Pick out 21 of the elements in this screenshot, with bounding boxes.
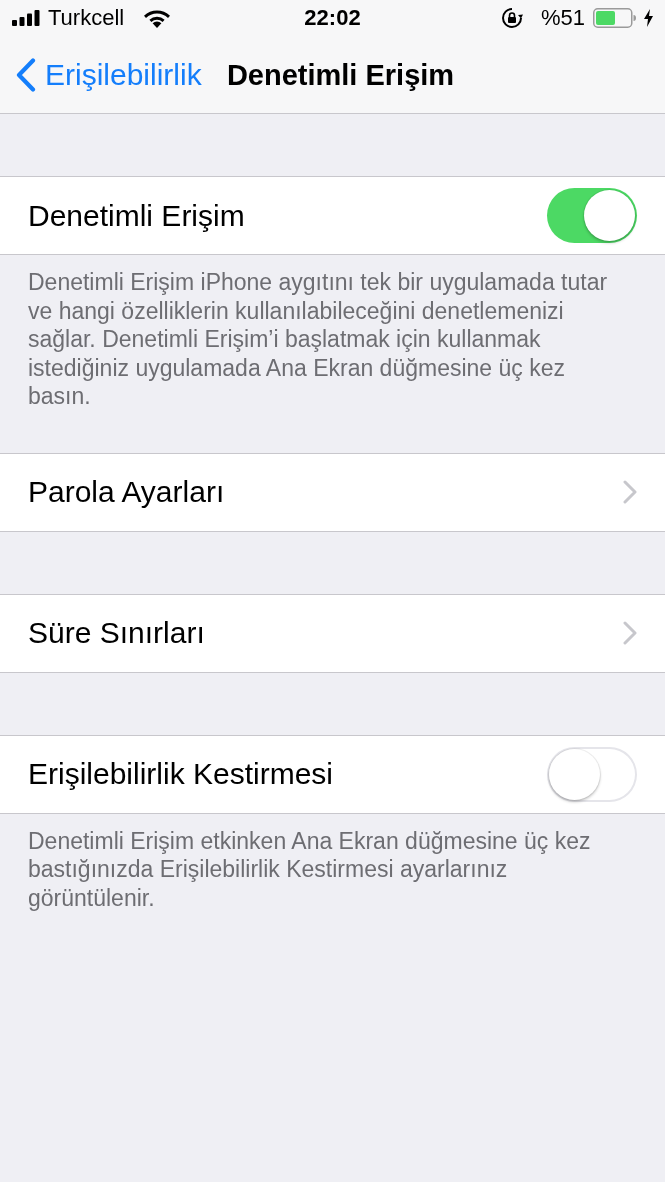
status-time: 22:02 — [304, 5, 361, 31]
settings-row[interactable]: Parola Ayarları — [0, 452, 665, 532]
footer-text: Denetimli Erişim iPhone aygıtını tek bir uygulamada tutar ve hangi özelliklerin kullanılabileceğini denetlemenizi sağlar. Denetimli Erişim’i başlatmak için kullanmak istediğiniz uygulamada Ana Ekran düğmesine üç kez basın. — [27, 268, 609, 411]
row-label: Erişilebilirlik Kestirmesi — [28, 757, 334, 791]
wifi-icon — [144, 8, 171, 28]
rotation-lock-icon — [500, 7, 523, 29]
chevron-right-icon — [623, 480, 637, 504]
footer-text: Denetimli Erişim etkinken Ana Ekran düğmesine üç kez bastığınızda Erişilebilirlik Kestirmesi ayarlarınız görüntülenir. — [27, 826, 592, 912]
bolt-icon — [644, 9, 653, 27]
carrier-name: Turkcell — [48, 5, 125, 31]
back-chevron-icon — [16, 57, 36, 92]
page-title: Denetimli Erişim — [226, 57, 455, 93]
toggle-switch[interactable] — [547, 188, 637, 243]
signal-icon — [12, 10, 40, 26]
battery-percent: %51 — [540, 5, 585, 31]
battery-icon — [593, 8, 636, 28]
chevron-right-icon — [623, 621, 637, 645]
back-button[interactable]: Erişilebilirlik — [16, 56, 202, 93]
settings-row[interactable]: Süre Sınırları — [0, 593, 665, 673]
toggle-switch[interactable] — [547, 746, 637, 802]
row-label: Denetimli Erişim — [28, 198, 245, 233]
